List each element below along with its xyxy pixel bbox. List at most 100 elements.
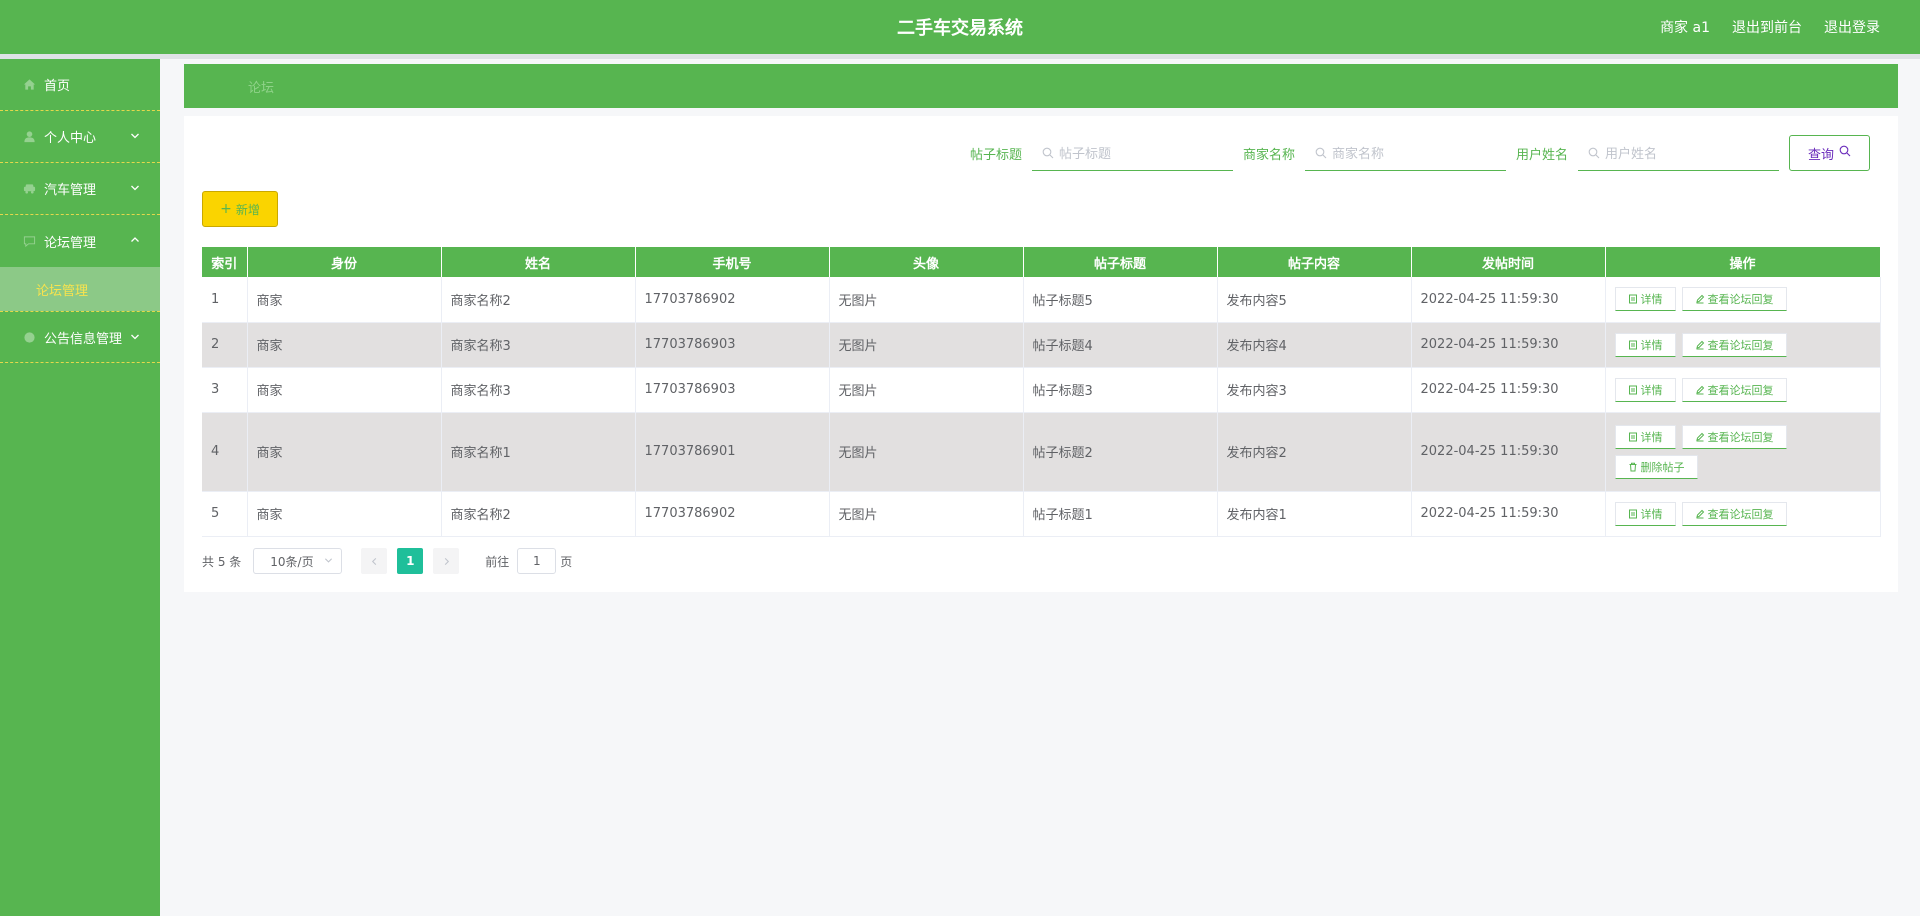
merchant-name-placeholder: 商家名称 — [1331, 147, 1384, 162]
detail-button[interactable]: 详情 — [1614, 377, 1676, 402]
cell-index: 4 — [202, 412, 248, 492]
current-user-label: 商家 a1 — [1660, 20, 1710, 36]
cell-actions: 详情 查看论坛回复 — [1605, 491, 1881, 537]
cell-name: 商家名称1 — [441, 412, 636, 492]
delete-post-button-label: 删除帖子 — [1640, 460, 1685, 474]
detail-button-label: 详情 — [1640, 507, 1663, 521]
merchant-name-search-input[interactable]: 商家名称 — [1304, 135, 1506, 171]
cell-post-title: 帖子标题4 — [1023, 322, 1218, 368]
view-replies-button[interactable]: 查看论坛回复 — [1681, 377, 1787, 402]
user-icon — [22, 130, 36, 144]
sidebar-item-car-management[interactable]: 汽车管理 — [0, 163, 160, 215]
detail-button[interactable]: 详情 — [1614, 332, 1676, 357]
table-row: 1 商家 商家名称2 17703786902 无图片 帖子标题5 发布内容5 2… — [202, 277, 1881, 323]
cell-index: 5 — [202, 491, 248, 537]
search-icon — [1834, 145, 1851, 161]
document-icon — [1628, 294, 1637, 304]
document-icon — [1628, 509, 1637, 518]
add-button[interactable]: + 新增 — [202, 191, 278, 227]
view-replies-button[interactable]: 查看论坛回复 — [1681, 501, 1787, 526]
cell-role: 商家 — [247, 491, 442, 537]
edit-icon — [1695, 295, 1704, 304]
chevron-left-icon — [371, 557, 376, 565]
cell-avatar: 无图片 — [829, 277, 1024, 323]
next-page-button[interactable] — [433, 548, 460, 574]
cell-post-time: 2022-04-25 11:59:30 — [1411, 322, 1606, 368]
query-button[interactable]: 查询 — [1789, 135, 1870, 171]
cell-index: 3 — [202, 367, 248, 413]
view-replies-button[interactable]: 查看论坛回复 — [1681, 332, 1787, 357]
goto-page-input[interactable]: 1 — [517, 548, 557, 574]
detail-button-label: 详情 — [1640, 338, 1663, 352]
chevron-up-icon — [128, 233, 142, 247]
cell-post-content: 发布内容1 — [1217, 491, 1412, 537]
column-header-avatar: 头像 — [829, 247, 1024, 277]
sidebar-item-notice-management[interactable]: 公告信息管理 — [0, 311, 160, 363]
cell-post-title: 帖子标题3 — [1023, 367, 1218, 413]
page-size-select[interactable]: 10条/页 — [253, 548, 343, 574]
document-icon — [1628, 385, 1637, 394]
cell-name: 商家名称3 — [441, 367, 636, 413]
sidebar-item-label: 汽车管理 — [44, 183, 97, 198]
cell-post-content: 发布内容5 — [1217, 277, 1412, 323]
cell-post-title: 帖子标题2 — [1023, 412, 1218, 492]
cell-name: 商家名称2 — [441, 277, 636, 323]
forum-icon — [22, 234, 36, 248]
notice-icon — [22, 330, 36, 344]
query-button-label: 查询 — [1807, 147, 1834, 163]
user-name-placeholder: 用户姓名 — [1605, 147, 1658, 162]
goto-prefix: 前往 — [485, 554, 510, 569]
sidebar-item-personal-center[interactable]: 个人中心 — [0, 111, 160, 163]
cell-avatar: 无图片 — [829, 491, 1024, 537]
chevron-down-icon — [128, 181, 142, 195]
cell-post-content: 发布内容3 — [1217, 367, 1412, 413]
table-row: 5 商家 商家名称2 17703786902 无图片 帖子标题1 发布内容1 2… — [202, 491, 1881, 537]
cell-name: 商家名称3 — [441, 322, 636, 368]
plus-icon: + — [220, 201, 232, 217]
user-name-search-input[interactable]: 用户姓名 — [1578, 135, 1779, 171]
cell-post-title: 帖子标题5 — [1023, 277, 1218, 323]
sidebar: 首页 个人中心 汽车管理 论坛管理 论坛管理 公告信息管理 — [0, 59, 160, 916]
goto-suffix: 页 — [560, 554, 573, 569]
cell-actions: 详情 查看论坛回复 删除帖子 — [1605, 412, 1881, 492]
cell-post-content: 发布内容4 — [1217, 322, 1412, 368]
edit-icon — [1695, 385, 1704, 394]
trash-icon — [1629, 462, 1636, 471]
detail-button[interactable]: 详情 — [1614, 287, 1676, 312]
prev-page-button[interactable] — [361, 548, 388, 574]
cell-phone: 17703786902 — [635, 491, 830, 537]
post-title-placeholder: 帖子标题 — [1058, 147, 1111, 162]
delete-post-button[interactable]: 删除帖子 — [1614, 454, 1698, 479]
detail-button[interactable]: 详情 — [1614, 424, 1676, 449]
cell-post-time: 2022-04-25 11:59:30 — [1411, 367, 1606, 413]
cell-post-time: 2022-04-25 11:59:30 — [1411, 277, 1606, 323]
search-label-post-title: 帖子标题 — [969, 147, 1022, 163]
table-header-row: 索引 身份 姓名 手机号 头像 帖子标题 帖子内容 发帖时间 操作 — [202, 247, 1881, 277]
cell-role: 商家 — [247, 277, 442, 323]
view-replies-button[interactable]: 查看论坛回复 — [1681, 287, 1787, 312]
sidebar-item-forum-management[interactable]: 论坛管理 — [0, 215, 160, 267]
page-number-button[interactable]: 1 — [397, 548, 424, 574]
sidebar-item-home[interactable]: 首页 — [0, 59, 160, 111]
table-row: 3 商家 商家名称3 17703786903 无图片 帖子标题3 发布内容3 2… — [202, 367, 1881, 413]
post-title-search-input[interactable]: 帖子标题 — [1031, 135, 1233, 171]
sidebar-subitem-forum-management[interactable]: 论坛管理 — [0, 267, 160, 311]
cell-post-content: 发布内容2 — [1217, 412, 1412, 492]
cell-actions: 详情 查看论坛回复 — [1605, 277, 1881, 323]
view-replies-button-label: 查看论坛回复 — [1707, 383, 1774, 397]
detail-button-label: 详情 — [1640, 383, 1663, 397]
detail-button[interactable]: 详情 — [1614, 501, 1676, 526]
view-replies-button-label: 查看论坛回复 — [1707, 507, 1774, 521]
cell-role: 商家 — [247, 367, 442, 413]
breadcrumb-current[interactable]: 论坛 — [248, 77, 274, 96]
view-replies-button-label: 查看论坛回复 — [1707, 338, 1774, 352]
view-replies-button[interactable]: 查看论坛回复 — [1681, 424, 1787, 449]
exit-to-front-link[interactable]: 退出到前台 — [1732, 17, 1802, 37]
logout-link[interactable]: 退出登录 — [1824, 17, 1880, 37]
cell-post-time: 2022-04-25 11:59:30 — [1411, 491, 1606, 537]
sidebar-item-label: 个人中心 — [44, 131, 97, 146]
breadcrumb: 论坛 — [184, 64, 1898, 108]
view-replies-button-label: 查看论坛回复 — [1707, 293, 1774, 307]
column-header-post-title: 帖子标题 — [1023, 247, 1218, 277]
document-icon — [1628, 432, 1637, 441]
